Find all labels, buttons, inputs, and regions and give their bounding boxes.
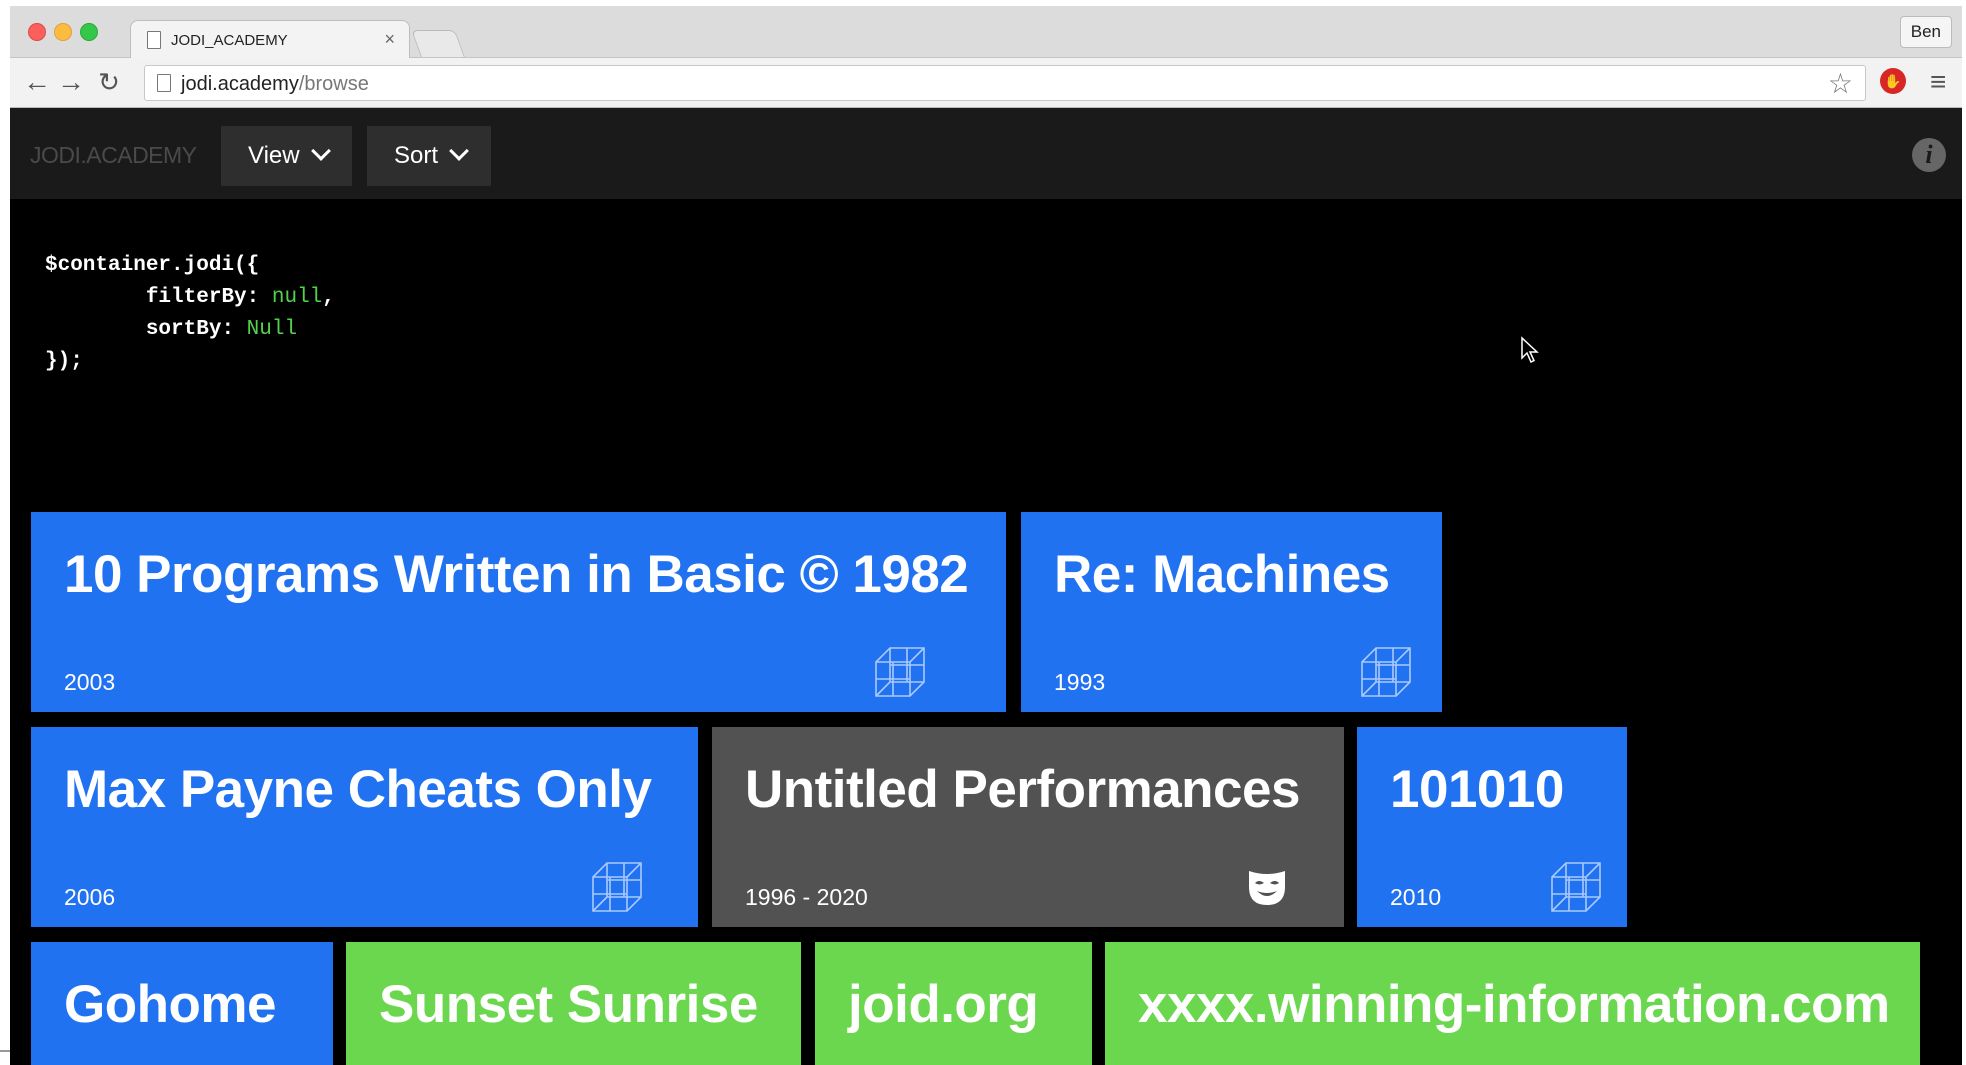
project-tile[interactable]: joid.org [815,942,1092,1065]
tile-year: 2006 [64,884,116,910]
mouse-cursor-icon [1521,336,1539,364]
project-tile[interactable]: xxxx.winning-information.com [1105,942,1920,1065]
code-key: sortBy: [145,318,235,341]
browser-window: JODI_ACADEMY × Ben ← → ↻ jodi.academy/br… [10,6,1962,1065]
theater-mask-icon [1249,871,1285,905]
browser-tab-active[interactable]: JODI_ACADEMY × [130,20,410,59]
info-icon[interactable]: i [1912,138,1946,172]
tab-title: JODI_ACADEMY [171,32,288,49]
url-path: /browse [298,73,369,95]
url-host: jodi.academy [181,73,299,95]
tile-year: 2003 [64,669,116,695]
tile-year: 1996 - 2020 [745,884,868,910]
bookmark-star-icon[interactable]: ☆ [1828,67,1853,100]
wireframe-cube-icon [875,647,925,697]
tab-close-icon[interactable]: × [384,29,395,50]
browser-titlebar: JODI_ACADEMY × Ben [10,6,1962,59]
page-icon [157,74,171,92]
wireframe-cube-icon [1361,647,1411,697]
tile-title: Gohome [64,975,276,1034]
tile-title: Max Payne Cheats Only [64,760,652,819]
view-dropdown[interactable]: View [221,126,352,186]
site-brand[interactable]: JODI.ACADEMY [30,142,197,169]
project-tile[interactable]: Untitled Performances 1996 - 2020 [712,727,1344,927]
tile-title: joid.org [848,975,1039,1034]
reload-icon[interactable]: ↻ [94,67,124,97]
tile-title: 101010 [1390,760,1564,819]
forward-arrow-icon[interactable]: → [56,67,86,97]
tile-title: 10 Programs Written in Basic © 1982 [64,545,969,604]
browser-toolbar: ← → ↻ jodi.academy/browse ☆ ✋ ≡ [10,58,1962,108]
code-punct: , [322,286,335,309]
project-tile[interactable]: 10 Programs Written in Basic © 1982 2003 [31,512,1006,712]
code-line: $container.jodi({ [45,254,260,277]
wireframe-cube-icon [592,862,642,912]
divider [0,1050,10,1052]
project-tile[interactable]: Gohome [31,942,333,1065]
tile-year: 2010 [1390,884,1442,910]
zoom-window-button[interactable] [80,23,98,41]
tile-title: Untitled Performances [745,760,1300,819]
project-tile[interactable]: Max Payne Cheats Only 2006 [31,727,698,927]
close-window-button[interactable] [28,23,46,41]
address-bar[interactable]: jodi.academy/browse ☆ [144,65,1866,101]
back-arrow-icon[interactable]: ← [22,67,52,97]
browser-menu-icon[interactable]: ≡ [1930,66,1946,98]
adblock-extension-icon[interactable]: ✋ [1880,68,1906,94]
tile-title: Sunset Sunrise [379,975,758,1034]
view-dropdown-label: View [248,142,300,169]
tile-title: Re: Machines [1054,545,1390,604]
chevron-down-icon [310,141,331,161]
new-tab-button[interactable] [411,30,465,57]
tile-title: xxxx.winning-information.com [1138,975,1890,1034]
code-key: filterBy: [145,286,260,309]
project-tile[interactable]: Sunset Sunrise [346,942,801,1065]
tile-year: 1993 [1054,669,1106,695]
page-icon [147,31,161,49]
profile-button[interactable]: Ben [1899,16,1952,48]
minimize-window-button[interactable] [54,23,72,41]
site-navbar: JODI.ACADEMY View Sort i [10,108,1962,199]
code-value: Null [246,318,298,341]
code-value: null [271,286,323,309]
url-text[interactable]: jodi.academy/browse [181,73,369,96]
sort-dropdown-label: Sort [394,142,439,169]
code-line: }); [45,350,83,373]
code-snippet: $container.jodi({ filterBy: null, sortBy… [45,250,335,378]
chevron-down-icon [449,141,469,161]
sort-dropdown[interactable]: Sort [367,126,491,186]
wireframe-cube-icon [1551,862,1601,912]
project-tile[interactable]: Re: Machines 1993 [1021,512,1442,712]
project-tile[interactable]: 101010 2010 [1357,727,1627,927]
